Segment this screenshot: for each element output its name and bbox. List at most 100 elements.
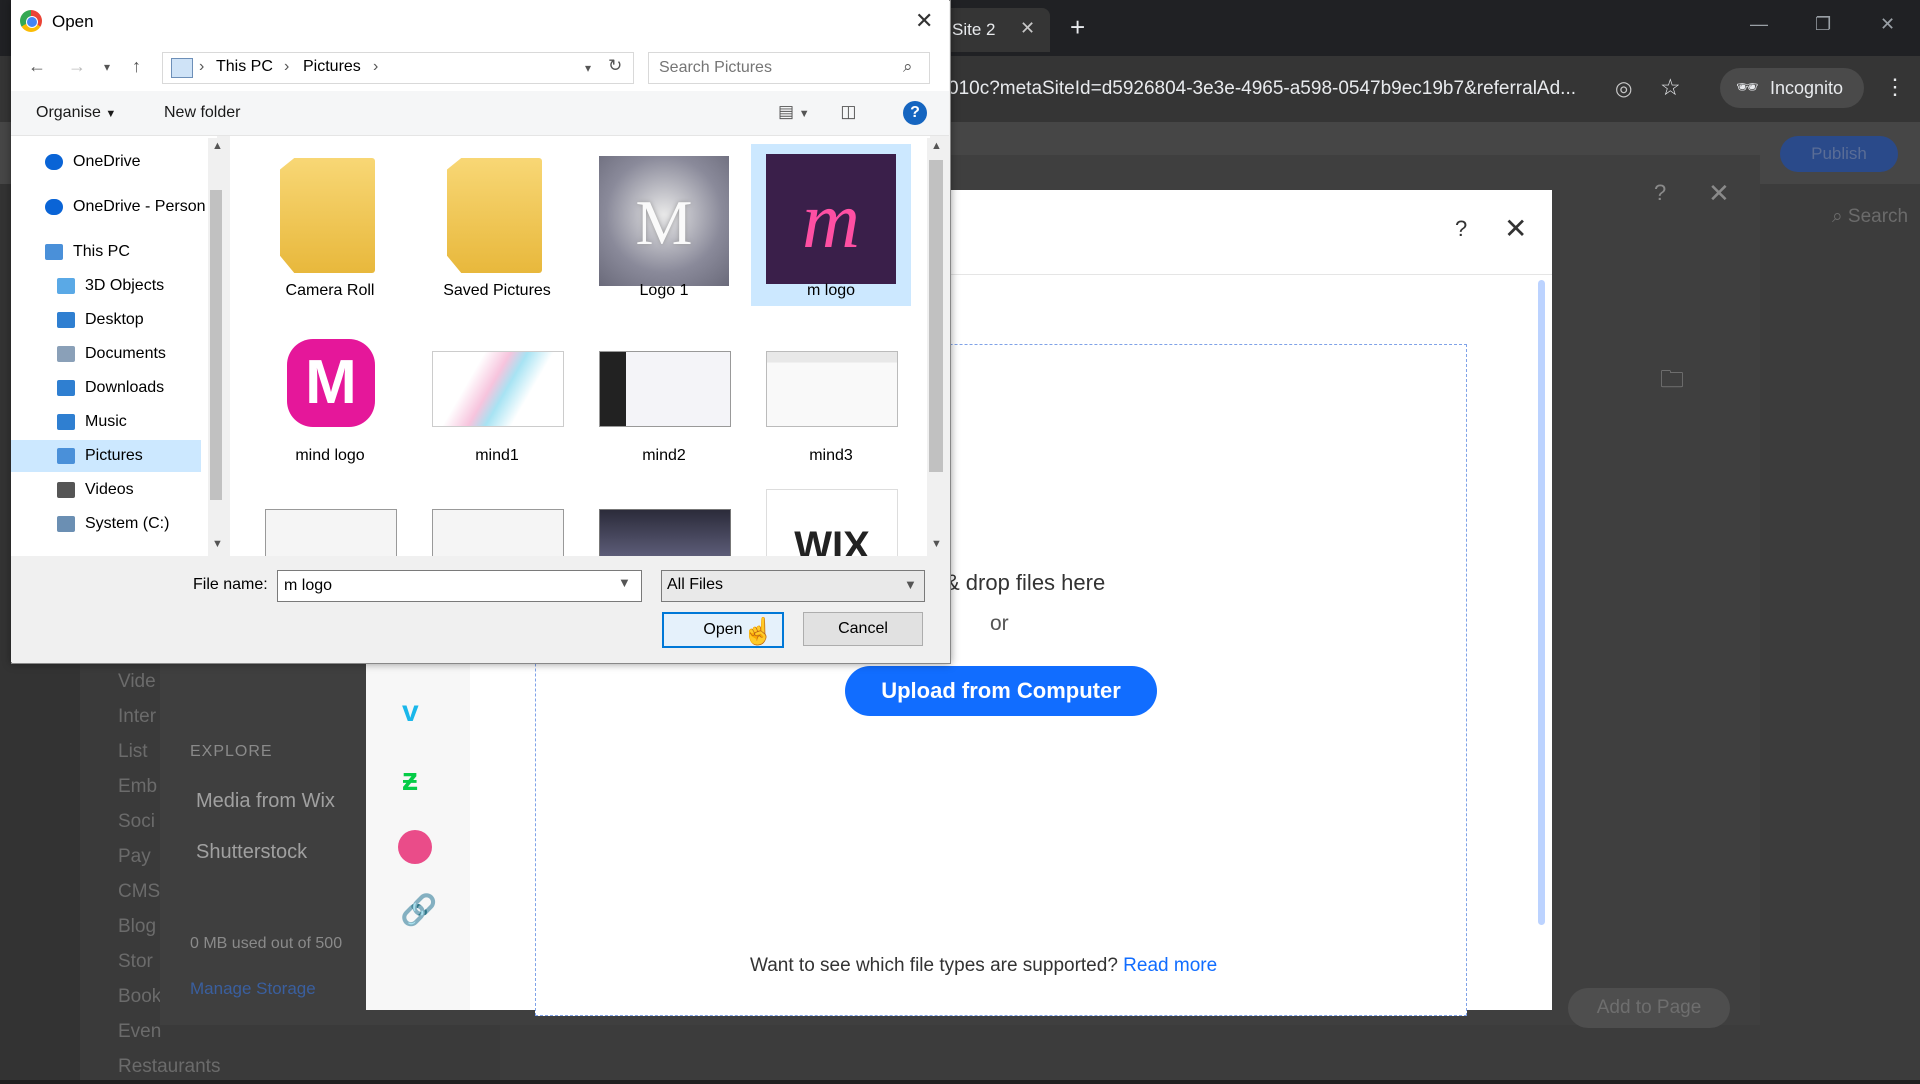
new-folder-icon[interactable]: 🗀 [1660,362,1684,403]
forward-arrow-icon[interactable]: → [68,56,86,77]
media-close-icon[interactable]: ✕ [1708,178,1730,209]
browser-tab[interactable]: Site 2 ✕ [940,8,1050,52]
manage-storage-link[interactable]: Manage Storage [190,979,316,999]
recent-dropdown-icon[interactable]: ▾ [104,60,110,74]
upload-close-icon[interactable]: ✕ [1504,212,1527,245]
file-item-saved-pictures[interactable]: Saved Pictures [417,146,577,306]
chevron-down-icon[interactable]: ▼ [618,575,631,590]
file-list-pane: Camera Roll Saved Pictures M Logo 1 m m … [230,136,930,556]
file-item-m-logo[interactable]: m m logo [751,144,911,306]
nav-item-this-pc[interactable]: This PC [11,236,217,268]
editor-search[interactable]: ⌕ Search [1832,206,1908,228]
chevron-down-icon[interactable]: ▼ [904,577,917,592]
preview-pane-icon[interactable]: ◫ [840,102,856,121]
dialog-close-icon[interactable]: ✕ [915,8,933,34]
vimeo-icon[interactable]: v [402,695,419,729]
url-text[interactable]: 010c?metaSiteId=d5926804-3e3e-4965-a598-… [948,78,1598,100]
image-thumbnail [599,351,731,427]
search-pictures-box[interactable]: ⌕ [648,52,930,84]
chrome-icon [20,10,42,32]
logo-m-glyph: M [287,339,375,427]
nav-item-onedrive-personal[interactable]: OneDrive - Person [11,191,217,223]
nav-item-videos[interactable]: Videos [11,474,217,506]
file-name: mind2 [642,447,686,464]
folder-icon [280,158,375,273]
search-icon[interactable]: ⌕ [903,57,913,77]
file-item-camera-roll[interactable]: Camera Roll [250,146,410,306]
wix-logo-text: WIX [794,524,870,556]
file-scrollbar-thumb[interactable] [929,160,943,472]
file-item-logo-1[interactable]: M Logo 1 [584,146,744,306]
nav-item-3d-objects[interactable]: 3D Objects [11,270,217,302]
file-item-mind1[interactable]: mind1 [417,311,577,471]
upload-from-computer-button[interactable]: Upload from Computer [845,666,1157,716]
cancel-button[interactable]: Cancel [803,612,923,646]
eye-off-icon[interactable]: ◎ [1615,76,1632,101]
dialog-help-icon[interactable]: ? [903,101,927,125]
crumb-separator: › [373,58,379,75]
shutterstock-link[interactable]: Shutterstock [196,841,307,864]
deviantart-icon[interactable]: ƶ [402,761,418,798]
minimize-icon[interactable]: — [1750,14,1768,35]
folder-icon [447,158,542,273]
file-item-partial[interactable] [250,481,410,556]
breadcrumb-pictures[interactable]: Pictures [303,58,361,76]
window-close-icon[interactable]: ✕ [1880,14,1895,35]
organise-menu[interactable]: Organise ▼ [36,104,116,122]
tab-close-icon[interactable]: ✕ [1020,18,1035,39]
pictures-icon [57,448,75,464]
file-item-wix[interactable]: WIX [751,481,911,556]
new-folder-button[interactable]: New folder [164,104,240,122]
nav-item-system-c[interactable]: System (C:) [11,508,217,540]
dialog-address-bar[interactable]: › This PC › Pictures › ▾ [162,52,634,84]
nav-item-music[interactable]: Music [11,406,217,438]
file-item-partial[interactable] [417,481,577,556]
view-options[interactable]: ▤ ▼ ◫ [778,102,856,122]
scroll-down-icon[interactable]: ▼ [931,538,942,550]
publish-button[interactable]: Publish [1780,136,1898,172]
back-arrow-icon[interactable]: ← [28,56,46,77]
refresh-icon[interactable]: ↻ [608,56,622,76]
nav-item-documents[interactable]: Documents [11,338,217,370]
crumb-separator: › [284,58,290,75]
nav-scroll-down-icon[interactable]: ▼ [212,538,223,550]
crumb-separator: › [199,58,205,75]
breadcrumb-this-pc[interactable]: This PC [216,58,273,76]
nav-scroll-up-icon[interactable]: ▲ [212,140,223,152]
file-name-field[interactable]: ▼ [277,570,642,602]
bookmark-star-icon[interactable]: ☆ [1660,74,1681,101]
read-more-link[interactable]: Read more [1123,955,1217,976]
nav-item-pictures[interactable]: Pictures [11,440,201,472]
nav-item-desktop[interactable]: Desktop [11,304,217,336]
drop-files-text: & drop files here [945,570,1106,595]
view-mode-icon[interactable]: ▤ [778,102,794,121]
file-type-select[interactable]: All Files ▼ [661,570,925,602]
address-dropdown-icon[interactable]: ▾ [585,61,591,75]
music-icon [57,414,75,430]
file-item-mind-logo[interactable]: M mind logo [250,311,410,471]
upload-scrollbar[interactable] [1538,280,1545,925]
up-arrow-icon[interactable]: ↑ [132,56,141,77]
file-item-mind2[interactable]: mind2 [584,311,744,471]
search-pictures-input[interactable] [657,56,891,80]
media-help-icon[interactable]: ? [1654,180,1666,206]
new-tab-icon[interactable]: + [1070,12,1085,43]
add-to-page-button[interactable]: Add to Page [1568,988,1730,1028]
restore-icon[interactable]: ❐ [1815,14,1831,35]
nav-item-onedrive[interactable]: OneDrive [11,146,217,178]
view-dropdown-icon[interactable]: ▼ [799,108,810,120]
image-thumbnail [265,509,397,556]
nav-item-downloads[interactable]: Downloads [11,372,217,404]
nav-scrollbar-thumb[interactable] [210,190,222,500]
scroll-up-icon[interactable]: ▲ [931,140,942,152]
file-item-mind3[interactable]: mind3 [751,311,911,471]
media-from-wix-link[interactable]: Media from Wix [196,790,335,813]
file-name-input[interactable] [282,574,606,598]
link-icon[interactable]: 🔗 [400,893,437,928]
upload-help-icon[interactable]: ? [1455,216,1467,242]
browser-menu-icon[interactable]: ⋮ [1884,74,1906,100]
file-item-partial[interactable] [584,481,744,556]
dribbble-icon[interactable] [398,830,432,864]
menu-fragment[interactable]: Restaurants [118,1049,220,1084]
incognito-badge[interactable]: 🕶 Incognito [1720,68,1864,108]
